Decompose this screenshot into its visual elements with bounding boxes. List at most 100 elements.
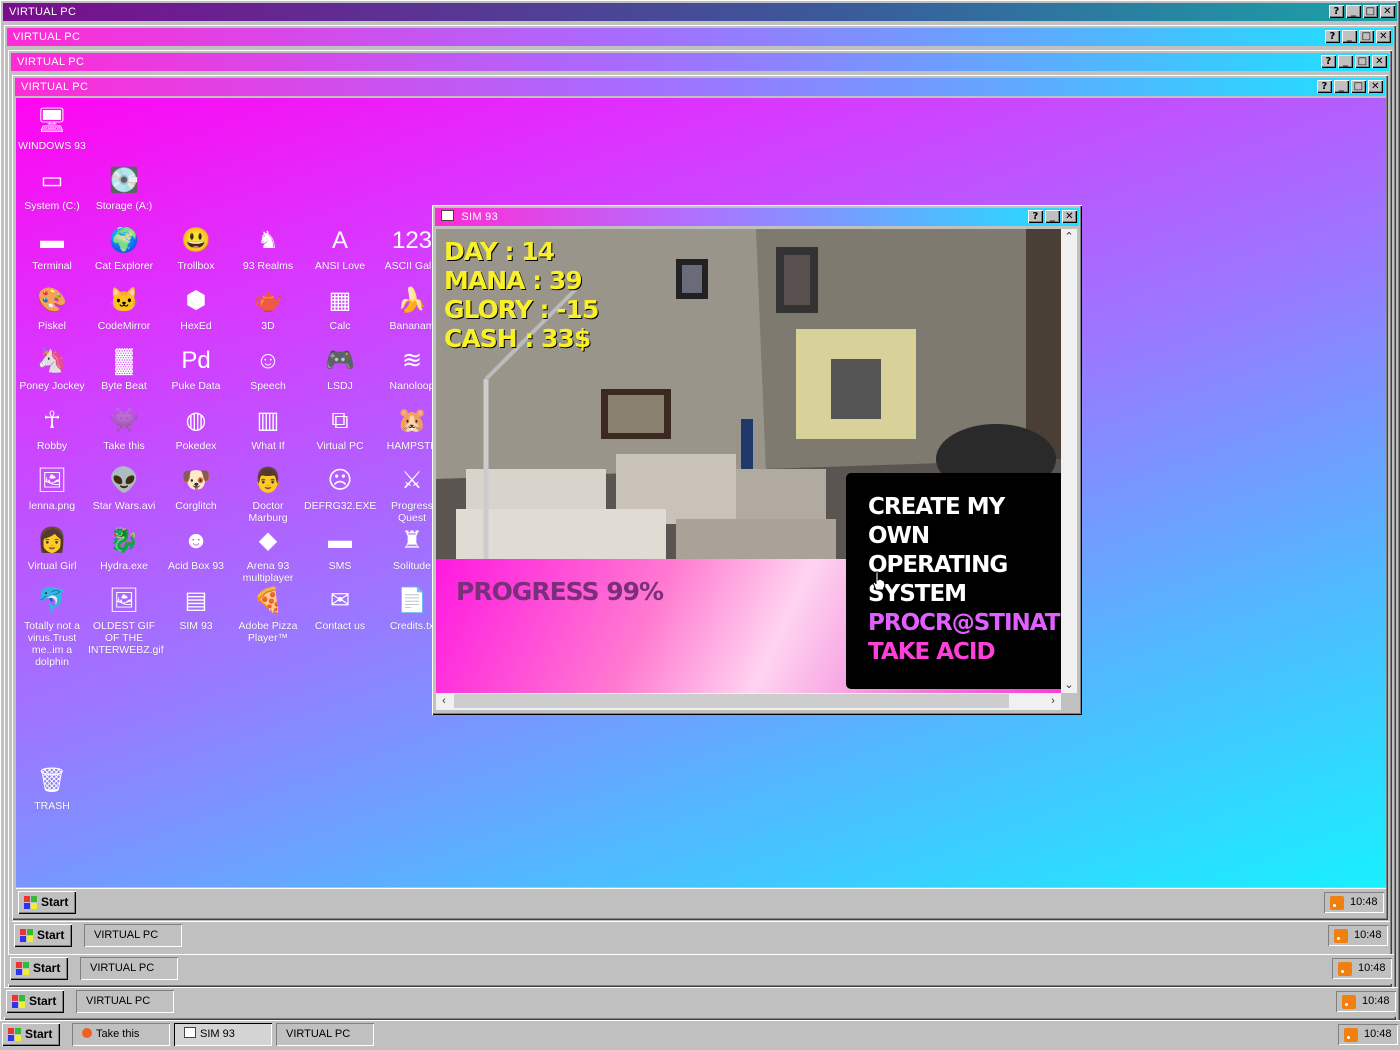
desktop-icon[interactable]: ✉ Contact us (304, 584, 376, 633)
sim93-titlebar[interactable]: SIM 93 ? _ ✕ (435, 208, 1079, 226)
desktop-icon[interactable]: 🎨 Piskel (16, 284, 88, 333)
maximize-button[interactable]: □ (1355, 55, 1370, 68)
desktop-icon[interactable]: 👾 Take this (88, 404, 160, 453)
desktop-icon[interactable]: ☹ DEFRG32.EXE (304, 464, 376, 513)
window-title-2[interactable]: VIRTUAL PC ? _ □ ✕ (7, 28, 1393, 46)
desktop-icon[interactable]: 💽 Storage (A:) (88, 164, 160, 213)
window-title-3[interactable]: VIRTUAL PC ? _ □ ✕ (11, 53, 1389, 71)
desktop-icon[interactable]: 👽 Star Wars.avi (88, 464, 160, 513)
window-title-1[interactable]: VIRTUAL PC ? _ □ ✕ (3, 3, 1397, 21)
help-button[interactable]: ? (1317, 80, 1332, 93)
option-take-acid[interactable]: TAKE ACID (868, 638, 996, 667)
desktop-icon[interactable]: ▬ Terminal (16, 224, 88, 273)
desktop-icon[interactable]: 😃 Trollbox (160, 224, 232, 273)
scroll-right-button[interactable]: › (1045, 693, 1061, 709)
desktop-icon-label: Piskel (37, 320, 66, 332)
maximize-button[interactable]: □ (1363, 5, 1378, 18)
desktop-icon[interactable]: ◆ Arena 93 multiplayer (232, 524, 304, 585)
help-button[interactable]: ? (1321, 55, 1336, 68)
option-procrastination[interactable]: PROCR@STINATION (868, 609, 1061, 638)
help-button[interactable]: ? (1325, 30, 1340, 43)
desktop-icon[interactable]: ▬ SMS (304, 524, 376, 573)
minimize-button[interactable]: _ (1334, 80, 1349, 93)
arena-cube-icon: ◆ (258, 527, 278, 554)
taskbar-4: Start VIRTUAL PC 10:48 (4, 987, 1398, 1017)
desktop-icon[interactable]: A ANSI Love (304, 224, 376, 273)
task-tab-sim93[interactable]: SIM 93 (174, 1023, 272, 1046)
desktop-icon-label: lenna.png (28, 500, 76, 512)
horizontal-scrollbar[interactable]: ‹ › (436, 693, 1061, 710)
scroll-up-button[interactable]: ⌃ (1061, 229, 1077, 245)
desktop-icon[interactable]: ▤ SIM 93 (160, 584, 232, 633)
desktop-icon[interactable]: ▥ What If (232, 404, 304, 453)
desktop-icon[interactable]: ▦ Calc (304, 284, 376, 333)
rss-icon[interactable] (1338, 961, 1352, 976)
scroll-thumb[interactable] (454, 694, 1009, 708)
desktop-icon[interactable]: 🖼 OLDEST GIF OF THE INTERWEBZ.gif (88, 584, 164, 657)
desktop-icon[interactable]: ♞ 93 Realms (232, 224, 304, 273)
desktop-icon[interactable]: 🗑 TRASH (16, 764, 88, 813)
desktop-icon[interactable]: ⧉ Virtual PC (304, 404, 376, 453)
close-button[interactable]: ✕ (1372, 55, 1387, 68)
scroll-down-button[interactable]: ⌄ (1061, 677, 1077, 693)
desktop-icon[interactable]: ▭ System (C:) (16, 164, 88, 213)
start-button[interactable]: Start (10, 957, 69, 980)
desktop-icon[interactable]: 🐉 Hydra.exe (88, 524, 160, 573)
rss-icon[interactable] (1342, 994, 1356, 1009)
desktop-icon[interactable]: 🐬 Totally not a virus.Trust me..im a dolp… (16, 584, 88, 669)
desktop-icon[interactable]: 👩 Virtual Girl (16, 524, 88, 573)
task-tab[interactable]: VIRTUAL PC (80, 957, 178, 980)
scroll-left-button[interactable]: ‹ (436, 693, 452, 709)
maximize-button[interactable]: □ (1359, 30, 1374, 43)
option-create-os[interactable]: CREATE MY OWN OPERATING SYSTEM (868, 493, 1061, 609)
window-title-4[interactable]: VIRTUAL PC ? _ □ ✕ (15, 78, 1385, 96)
desktop-icon[interactable]: Pd Puke Data (160, 344, 232, 393)
start-button[interactable]: Start (14, 924, 73, 947)
task-tab[interactable]: VIRTUAL PC (76, 990, 174, 1013)
close-button[interactable]: ✕ (1380, 5, 1395, 18)
desktop-icon-label: Speech (250, 380, 286, 392)
rss-icon[interactable] (1344, 1027, 1358, 1042)
maximize-button[interactable]: □ (1351, 80, 1366, 93)
desktop-icon[interactable]: 🖥 WINDOWS 93 (16, 104, 88, 153)
terminal-icon: ▬ (40, 227, 64, 254)
desktop-icon[interactable]: 🦄 Poney Jockey (16, 344, 88, 393)
desktop-icon[interactable]: ◍ Pokedex (160, 404, 232, 453)
rss-icon[interactable] (1330, 895, 1344, 910)
help-button[interactable]: ? (1329, 5, 1344, 18)
start-button[interactable]: Start (6, 990, 65, 1013)
minimize-button[interactable]: _ (1045, 210, 1060, 223)
desktop-icon[interactable]: 🐶 Corglitch (160, 464, 232, 513)
task-tab-take-this[interactable]: Take this (72, 1023, 170, 1046)
desktop-icon[interactable]: ☥ Robby (16, 404, 88, 453)
minimize-button[interactable]: _ (1338, 55, 1353, 68)
desktop-icon[interactable]: ☻ Acid Box 93 (160, 524, 232, 573)
help-button[interactable]: ? (1028, 210, 1043, 223)
desktop-icon[interactable]: 🎮 LSDJ (304, 344, 376, 393)
task-tab-virtual-pc[interactable]: VIRTUAL PC (276, 1023, 374, 1046)
desktop-icon[interactable]: 🐱 CodeMirror (88, 284, 160, 333)
minimize-button[interactable]: _ (1346, 5, 1361, 18)
desktop-icon[interactable]: 🍕 Adobe Pizza Player™ (232, 584, 304, 645)
desktop-icon[interactable]: ☺ Speech (232, 344, 304, 393)
minimize-button[interactable]: _ (1342, 30, 1357, 43)
desktop-icon[interactable]: ⬢ HexEd (160, 284, 232, 333)
close-button[interactable]: ✕ (1376, 30, 1391, 43)
desktop-icon[interactable]: 🫖 3D (232, 284, 304, 333)
desktop-icon[interactable]: 🖼 lenna.png (16, 464, 88, 513)
vertical-scrollbar[interactable]: ⌃ ⌄ (1061, 229, 1077, 693)
smiley-chat-icon: 😃 (181, 227, 211, 254)
close-button[interactable]: ✕ (1368, 80, 1383, 93)
dolphin-icon: 🐬 (37, 587, 67, 614)
task-tab[interactable]: VIRTUAL PC (84, 924, 182, 947)
desktop-icon[interactable]: ▓ Byte Beat (88, 344, 160, 393)
desktop-icon[interactable]: 👨 Doctor Marburg (232, 464, 304, 525)
desktop-icon-label: Poney Jockey (19, 380, 85, 392)
start-button[interactable]: Start (18, 891, 77, 914)
sms-icon: ▬ (328, 527, 352, 554)
close-button[interactable]: ✕ (1062, 210, 1077, 223)
globe-icon: 🌍 (109, 227, 139, 254)
desktop-icon[interactable]: 🌍 Cat Explorer (88, 224, 160, 273)
rss-icon[interactable] (1334, 928, 1348, 943)
start-button[interactable]: Start (2, 1023, 61, 1046)
